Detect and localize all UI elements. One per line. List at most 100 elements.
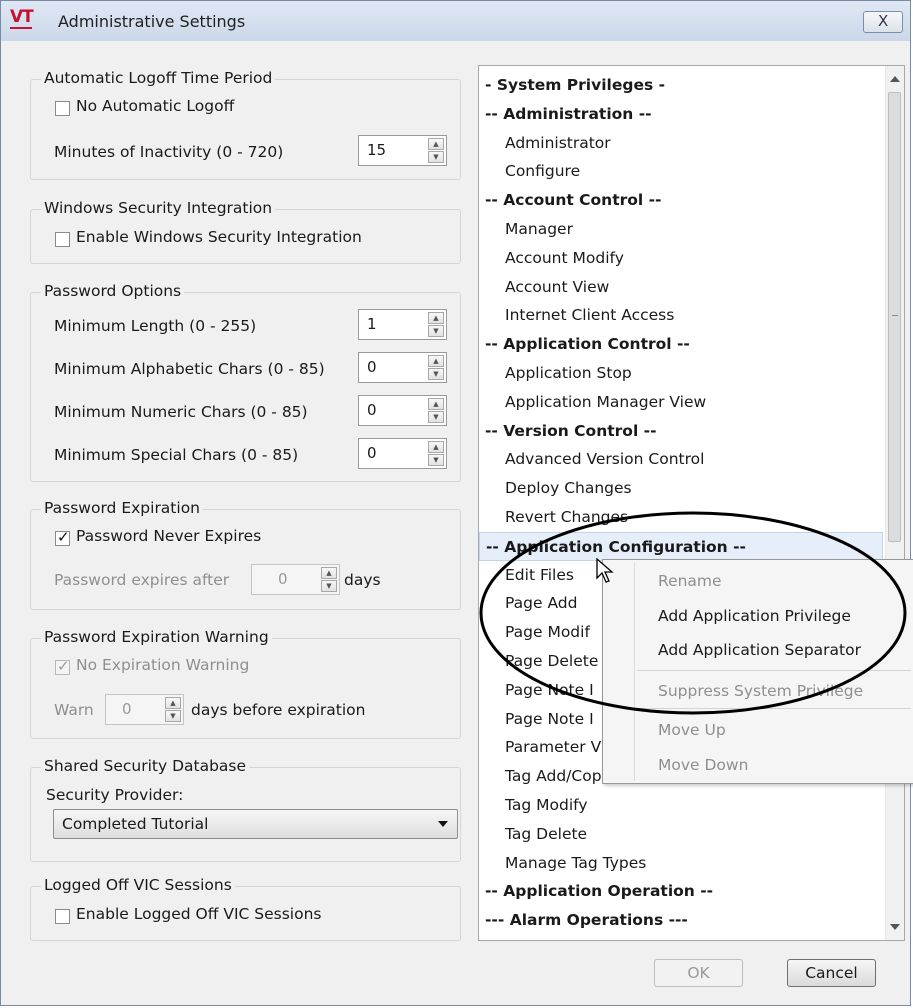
min-numeric-label: Minimum Numeric Chars (0 - 85) — [54, 403, 308, 421]
vt-logo: VT — [10, 7, 44, 34]
warn-label: Warn — [54, 701, 94, 719]
min-alpha-value: 0 — [367, 358, 377, 376]
context-menu-item[interactable]: Rename — [658, 572, 722, 590]
spin-up-icon[interactable]: ▲ — [165, 697, 181, 709]
vic-group: Logged Off VIC Sessions Enable Logged Of… — [30, 876, 461, 941]
privilege-list-item[interactable]: Tag Modify — [479, 791, 883, 820]
privilege-list-item[interactable]: Administrator — [479, 129, 883, 158]
warn-days-value: 0 — [122, 700, 132, 718]
expires-after-stepper[interactable]: 0 ▲ ▼ — [251, 564, 340, 595]
spin-up-icon[interactable]: ▲ — [321, 567, 337, 579]
privilege-list-item[interactable]: Configure — [479, 157, 883, 186]
cancel-button[interactable]: Cancel — [787, 959, 876, 987]
never-expires-checkbox[interactable] — [55, 528, 70, 546]
privilege-list-item[interactable]: Manage Tag Types — [479, 849, 883, 878]
min-length-label: Minimum Length (0 - 255) — [54, 317, 257, 335]
min-alpha-stepper[interactable]: 0 ▲ ▼ — [358, 352, 447, 383]
vic-label: Enable Logged Off VIC Sessions — [76, 905, 322, 923]
scroll-thumb[interactable] — [888, 92, 901, 542]
context-menu-item[interactable]: Add Application Privilege — [658, 607, 851, 625]
close-icon: X — [878, 12, 889, 30]
expiration-group: Password Expiration Password Never Expir… — [30, 499, 461, 610]
logoff-group: Automatic Logoff Time Period No Automati… — [30, 69, 461, 180]
vic-checkbox[interactable] — [55, 909, 70, 924]
days-label: days — [344, 571, 381, 589]
expiration-warning-group: Password Expiration Warning No Expiratio… — [30, 628, 461, 739]
provider-label: Security Provider: — [46, 786, 184, 804]
min-special-label: Minimum Special Chars (0 - 85) — [54, 446, 299, 464]
minutes-label: Minutes of Inactivity (0 - 720) — [54, 143, 284, 161]
spin-down-icon[interactable]: ▼ — [428, 454, 444, 466]
privilege-list-item[interactable]: -- Account Control -- — [479, 186, 883, 215]
spin-up-icon[interactable]: ▲ — [428, 312, 444, 324]
privilege-list-item[interactable]: -- Application Control -- — [479, 330, 883, 359]
vic-legend: Logged Off VIC Sessions — [41, 876, 235, 894]
winsec-legend: Windows Security Integration — [41, 199, 276, 217]
privileges-list[interactable]: - System Privileges - -- Administration -… — [478, 65, 905, 941]
chevron-down-icon — [438, 821, 448, 827]
admin-settings-dialog: VT Administrative Settings X Automatic L… — [0, 0, 913, 1006]
expiration-legend: Password Expiration — [41, 499, 203, 517]
privilege-list-item[interactable]: Account View — [479, 273, 883, 302]
no-logoff-label: No Automatic Logoff — [76, 97, 235, 115]
privilege-list-item[interactable]: Internet Client Access — [479, 301, 883, 330]
expiration-warning-legend: Password Expiration Warning — [41, 628, 272, 646]
spin-up-icon[interactable]: ▲ — [428, 355, 444, 367]
privilege-list-item[interactable]: Account Modify — [479, 244, 883, 273]
spin-up-icon[interactable]: ▲ — [428, 398, 444, 410]
mouse-cursor-icon — [596, 557, 614, 583]
spin-up-icon[interactable]: ▲ — [428, 441, 444, 453]
min-numeric-stepper[interactable]: 0 ▲ ▼ — [358, 395, 447, 426]
shared-db-legend: Shared Security Database — [41, 757, 250, 775]
min-length-value: 1 — [367, 315, 377, 333]
dialog-body: Automatic Logoff Time Period No Automati… — [9, 41, 905, 999]
winsec-label: Enable Windows Security Integration — [76, 228, 362, 246]
min-special-stepper[interactable]: 0 ▲ ▼ — [358, 438, 447, 469]
minutes-stepper[interactable]: 15 ▲ ▼ — [358, 135, 447, 166]
expires-after-label: Password expires after — [54, 571, 230, 589]
days-before-label: days before expiration — [191, 701, 366, 719]
security-provider-select[interactable]: Completed Tutorial — [53, 809, 458, 839]
password-options-legend: Password Options — [41, 282, 185, 300]
winsec-checkbox[interactable] — [55, 232, 70, 247]
warn-days-stepper[interactable]: 0 ▲ ▼ — [105, 694, 184, 725]
privilege-list-item[interactable]: -- Version Control -- — [479, 417, 883, 446]
logoff-legend: Automatic Logoff Time Period — [41, 69, 276, 87]
logo-text: VT — [10, 7, 34, 27]
privilege-list-item[interactable]: Revert Changes — [479, 503, 883, 532]
privilege-list-item[interactable]: Advanced Version Control — [479, 445, 883, 474]
privilege-list-item[interactable]: -- Administration -- — [479, 100, 883, 129]
privilege-list-item[interactable]: Application Stop — [479, 359, 883, 388]
privilege-list-item[interactable]: Tag Delete — [479, 820, 883, 849]
context-menu: Rename Add Application Privilege Add Appli… — [602, 559, 913, 784]
privilege-list-item[interactable]: --- Alarm Operations --- — [479, 906, 883, 935]
spin-down-icon[interactable]: ▼ — [165, 710, 181, 722]
spin-down-icon[interactable]: ▼ — [428, 151, 444, 163]
context-menu-item[interactable]: Suppress System Privilege — [658, 682, 863, 700]
min-length-stepper[interactable]: 1 ▲ ▼ — [358, 309, 447, 340]
context-menu-item[interactable]: Add Application Separator — [658, 641, 861, 659]
privilege-list-item[interactable]: Deploy Changes — [479, 474, 883, 503]
scroll-down-icon[interactable] — [890, 924, 900, 930]
context-menu-item[interactable]: Move Up — [658, 721, 726, 739]
password-options-group: Password Options Minimum Length (0 - 255… — [30, 282, 461, 482]
min-numeric-value: 0 — [367, 401, 377, 419]
ok-button[interactable]: OK — [654, 959, 743, 987]
spin-down-icon[interactable]: ▼ — [428, 325, 444, 337]
spin-down-icon[interactable]: ▼ — [428, 368, 444, 380]
menu-separator — [637, 708, 911, 709]
spin-down-icon[interactable]: ▼ — [321, 580, 337, 592]
no-warning-checkbox[interactable] — [55, 657, 70, 675]
close-button[interactable]: X — [863, 11, 903, 33]
privilege-list-item[interactable]: Manager — [479, 215, 883, 244]
privilege-list-item[interactable]: -- Application Operation -- — [479, 877, 883, 906]
spin-down-icon[interactable]: ▼ — [428, 411, 444, 423]
privilege-list-item[interactable]: - System Privileges - — [479, 71, 883, 100]
privilege-list-item[interactable]: -- Application Configuration -- — [479, 531, 883, 561]
privilege-list-item[interactable]: Application Manager View — [479, 388, 883, 417]
context-menu-item[interactable]: Move Down — [658, 756, 748, 774]
scrollbar[interactable] — [885, 66, 904, 940]
scroll-up-icon[interactable] — [890, 76, 900, 82]
no-logoff-checkbox[interactable] — [55, 101, 70, 116]
spin-up-icon[interactable]: ▲ — [428, 138, 444, 150]
